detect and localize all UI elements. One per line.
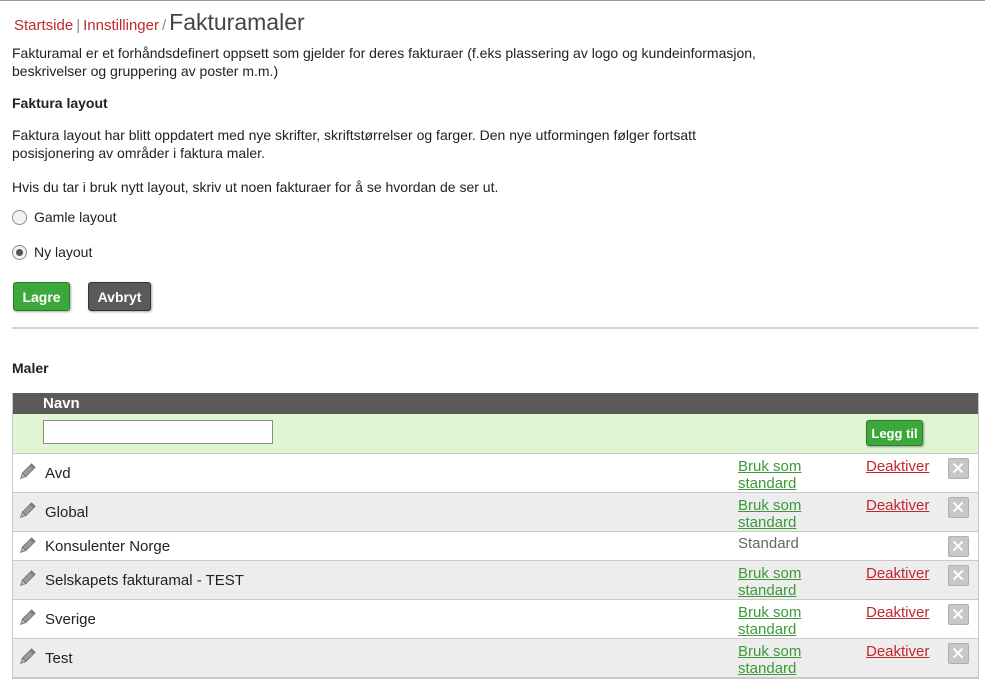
edit-pencil-icon[interactable] <box>17 536 37 556</box>
deactivate-link[interactable]: Deaktiver <box>866 643 929 660</box>
radio-button[interactable] <box>12 209 27 225</box>
add-template-button[interactable]: Legg til <box>866 420 923 446</box>
table-row: Sverige Bruk som standard Deaktiver <box>13 600 978 639</box>
use-as-standard-link[interactable]: Bruk som standard <box>738 604 801 638</box>
edit-pencil-icon[interactable] <box>17 501 37 521</box>
template-name: Avd <box>45 465 71 482</box>
radio-new-layout[interactable]: Ny layout <box>12 244 92 260</box>
layout-description-line: posisjonering av områder i faktura maler… <box>12 145 265 161</box>
standard-cell: Bruk som standard <box>738 458 801 492</box>
radio-old-layout[interactable]: Gamle layout <box>12 209 116 225</box>
edit-pencil-icon[interactable] <box>17 462 37 482</box>
radio-label: Gamle layout <box>34 209 117 225</box>
breadcrumb-separator: / <box>161 17 167 34</box>
use-as-standard-link[interactable]: Bruk som standard <box>738 458 801 492</box>
layout-hint: Hvis du tar i bruk nytt layout, skriv ut… <box>12 179 499 195</box>
layout-description: Faktura layout har blitt oppdatert med n… <box>12 126 696 162</box>
intro-line: Fakturamal er et forhåndsdefinert oppset… <box>12 45 756 61</box>
radio-label: Ny layout <box>34 244 93 260</box>
template-name: Selskapets fakturamal - TEST <box>45 572 244 589</box>
column-header-name: Navn <box>13 393 978 414</box>
add-template-row: Legg til <box>13 414 978 454</box>
standard-label: Standard <box>738 535 799 552</box>
intro-line: beskrivelser og gruppering av poster m.m… <box>12 63 279 79</box>
template-name: Konsulenter Norge <box>45 538 171 555</box>
delete-icon[interactable] <box>948 604 969 625</box>
deactivate-link[interactable]: Deaktiver <box>866 497 929 514</box>
table-row: Global Bruk som standard Deaktiver <box>13 493 978 532</box>
breadcrumb-home-link[interactable]: Startside <box>14 17 73 34</box>
table-row: Test Bruk som standard Deaktiver <box>13 639 978 678</box>
radio-button[interactable] <box>12 244 27 260</box>
standard-cell: Bruk som standard <box>738 643 801 677</box>
table-row: Avd Bruk som standard Deaktiver <box>13 454 978 493</box>
delete-icon[interactable] <box>948 565 969 586</box>
template-rows: Avd Bruk som standard Deaktiver Global Bruk s… <box>13 454 978 678</box>
templates-heading: Maler <box>12 360 49 376</box>
breadcrumb-separator: | <box>76 17 81 34</box>
save-button[interactable]: Lagre <box>13 282 70 311</box>
divider <box>12 327 979 329</box>
table-row: Konsulenter Norge Standard <box>13 532 978 561</box>
delete-icon[interactable] <box>948 643 969 664</box>
delete-icon[interactable] <box>948 458 969 479</box>
standard-cell: Standard <box>738 535 799 552</box>
new-template-name-input[interactable] <box>43 420 273 444</box>
template-name: Test <box>45 650 73 667</box>
use-as-standard-link[interactable]: Bruk som standard <box>738 497 801 531</box>
standard-cell: Bruk som standard <box>738 565 801 599</box>
template-name: Sverige <box>45 611 96 628</box>
breadcrumb: Startside | Innstillinger / Fakturamaler <box>14 9 305 36</box>
cancel-button[interactable]: Avbryt <box>88 282 151 311</box>
templates-table: Navn Legg til Avd Bruk som standard Deaktiv… <box>12 393 979 679</box>
edit-pencil-icon[interactable] <box>17 569 37 589</box>
edit-pencil-icon[interactable] <box>17 647 37 667</box>
delete-icon[interactable] <box>948 497 969 518</box>
standard-cell: Bruk som standard <box>738 604 801 638</box>
delete-icon[interactable] <box>948 536 969 557</box>
layout-heading: Faktura layout <box>12 95 108 111</box>
use-as-standard-link[interactable]: Bruk som standard <box>738 643 801 677</box>
deactivate-link[interactable]: Deaktiver <box>866 458 929 475</box>
intro-text: Fakturamal er et forhåndsdefinert oppset… <box>12 44 756 80</box>
deactivate-link[interactable]: Deaktiver <box>866 565 929 582</box>
table-row: Selskapets fakturamal - TEST Bruk som stan… <box>13 561 978 600</box>
template-name: Global <box>45 504 89 521</box>
edit-pencil-icon[interactable] <box>17 608 37 628</box>
page-title: Fakturamaler <box>169 9 305 35</box>
standard-cell: Bruk som standard <box>738 497 801 531</box>
layout-description-line: Faktura layout har blitt oppdatert med n… <box>12 127 696 143</box>
use-as-standard-link[interactable]: Bruk som standard <box>738 565 801 599</box>
deactivate-link[interactable]: Deaktiver <box>866 604 929 621</box>
breadcrumb-settings-link[interactable]: Innstillinger <box>83 17 159 34</box>
